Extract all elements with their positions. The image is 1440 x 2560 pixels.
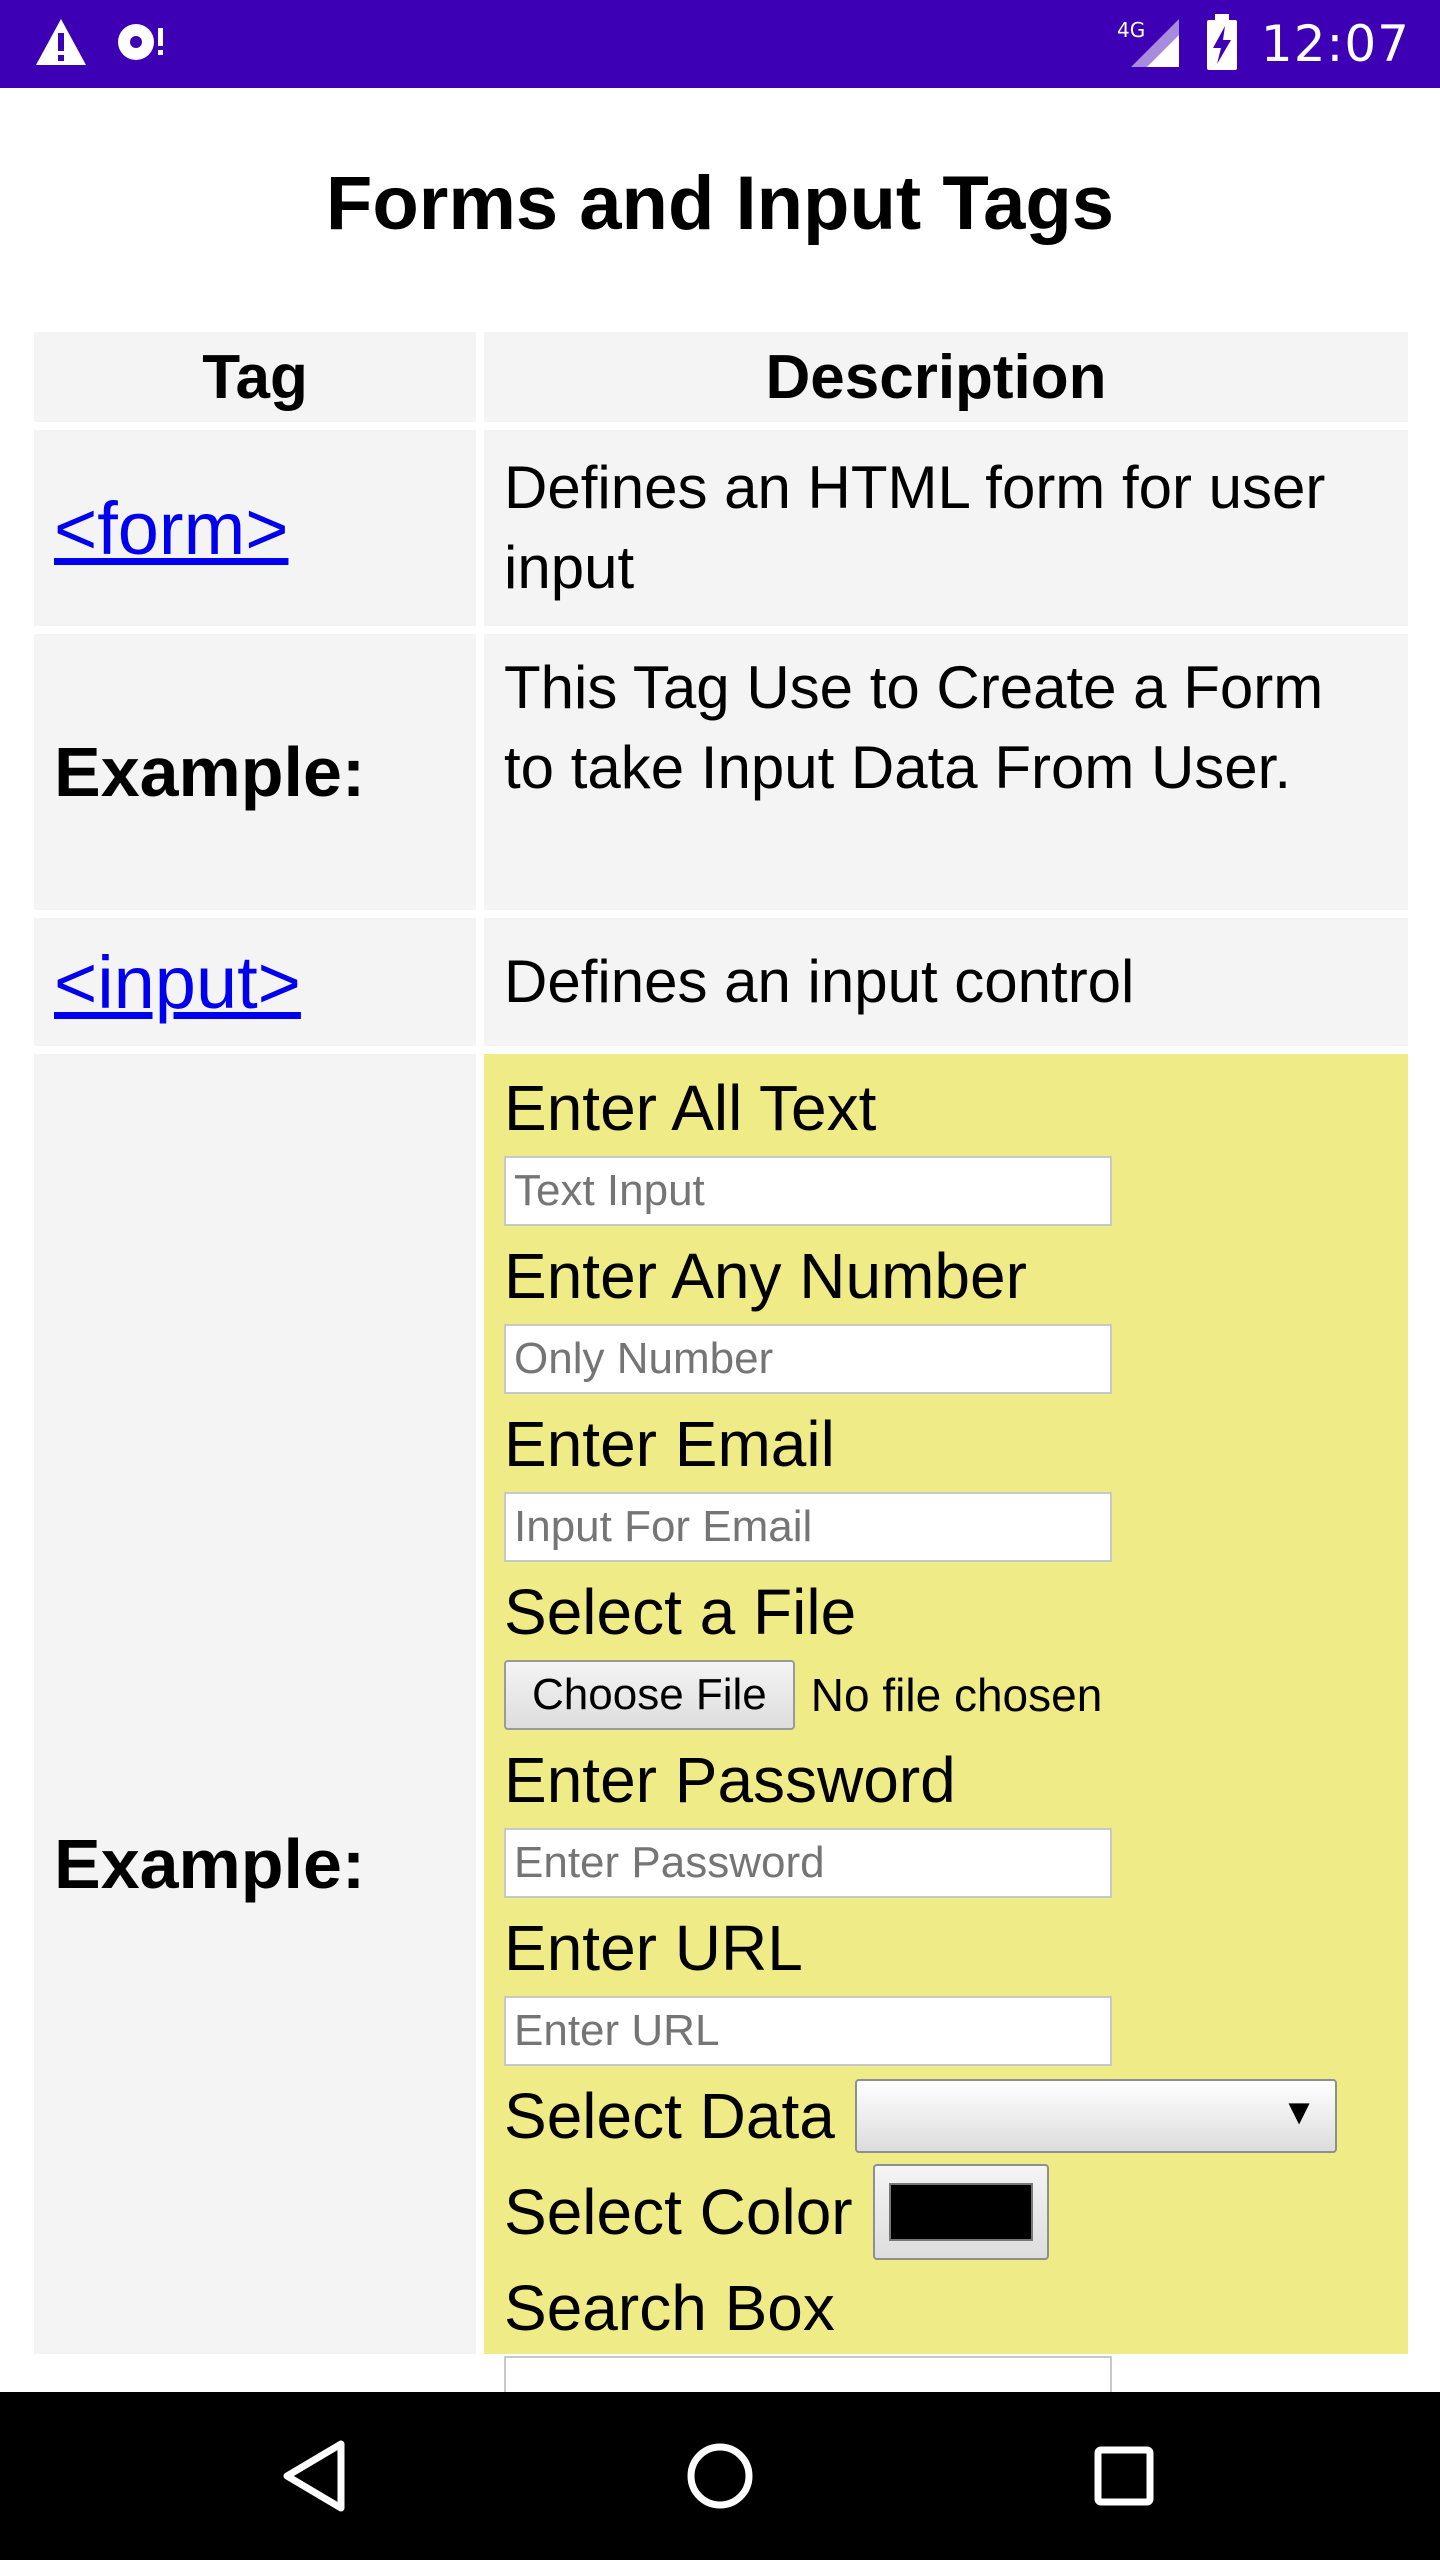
back-button[interactable] — [224, 2392, 404, 2560]
table-row: Example: This Tag Use to Create a Form t… — [34, 634, 1408, 910]
clock: 12:07 — [1260, 15, 1410, 73]
search-input[interactable] — [504, 2356, 1112, 2392]
select-row: Select Data ▼ — [504, 2076, 1388, 2156]
header-tag: Tag — [34, 332, 476, 422]
tag-cell: <input> — [34, 918, 476, 1046]
color-row: Select Color — [504, 2164, 1388, 2260]
recents-icon — [1094, 2446, 1154, 2506]
network-label: 4G — [1117, 18, 1145, 42]
url-input[interactable] — [504, 1996, 1112, 2066]
home-icon — [687, 2443, 753, 2509]
battery-charging-icon — [1205, 14, 1239, 74]
home-button[interactable] — [630, 2392, 810, 2560]
table-row: <input> Defines an input control — [34, 918, 1408, 1046]
choose-file-button[interactable]: Choose File — [504, 1660, 795, 1730]
color-picker[interactable] — [872, 2164, 1049, 2260]
select-color-label: Select Color — [504, 2176, 853, 2248]
select-data-label: Select Data — [504, 2080, 835, 2152]
warning-icon — [34, 17, 88, 71]
dropdown-arrow-icon: ▼ — [1281, 2091, 1317, 2132]
table-header-row: Tag Description — [34, 332, 1408, 422]
file-input-label: Select a File — [504, 1576, 857, 1648]
status-bar: 4G 12:07 — [0, 0, 1440, 88]
description-cell: This Tag Use to Create a Form to take In… — [484, 634, 1408, 910]
search-box-label: Search Box — [504, 2272, 835, 2344]
example-label: Example: — [54, 733, 366, 811]
description-cell: Defines an HTML form for user input — [484, 430, 1408, 626]
form-tag-link[interactable]: <form> — [54, 486, 288, 571]
number-input[interactable] — [504, 1324, 1112, 1394]
example-label: Example: — [54, 1825, 366, 1903]
password-input[interactable] — [504, 1828, 1112, 1898]
file-input: Choose File No file chosen — [504, 1660, 1388, 1730]
color-swatch — [888, 2183, 1033, 2241]
text-input-label: Enter All Text — [504, 1072, 877, 1144]
text-input[interactable] — [504, 1156, 1112, 1226]
table-row: <form> Defines an HTML form for user inp… — [34, 430, 1408, 626]
input-example-form: Enter All Text Enter Any Number Enter Em… — [484, 1054, 1408, 2392]
status-right-icons: 4G 12:07 — [1117, 14, 1410, 74]
table-row: Example: Enter All Text Enter Any Number… — [34, 1054, 1408, 2392]
recents-button[interactable] — [1034, 2392, 1214, 2560]
select-data-dropdown[interactable]: ▼ — [854, 2079, 1337, 2153]
navigation-bar — [0, 2392, 1440, 2560]
page-title: Forms and Input Tags — [325, 161, 1115, 246]
description-cell: Defines an input control — [484, 918, 1408, 1046]
tag-cell: Example: — [34, 634, 476, 910]
signal-icon: 4G — [1117, 15, 1183, 73]
status-left-icons — [34, 16, 170, 72]
file-status: No file chosen — [810, 1669, 1103, 1721]
notification-icon — [114, 20, 170, 68]
back-icon — [283, 2440, 345, 2512]
url-input-label: Enter URL — [504, 1912, 803, 1984]
email-input[interactable] — [504, 1492, 1112, 1562]
tag-cell: <form> — [34, 430, 476, 626]
number-input-label: Enter Any Number — [504, 1240, 1027, 1312]
tags-table: Tag Description <form> Defines an HTML f… — [34, 332, 1408, 2392]
tag-cell: Example: — [34, 1054, 476, 2354]
input-tag-link[interactable]: <input> — [54, 940, 301, 1025]
password-input-label: Enter Password — [504, 1744, 956, 1816]
email-input-label: Enter Email — [504, 1408, 835, 1480]
web-content: Forms and Input Tags Tag Description <fo… — [0, 88, 1440, 2392]
header-description: Description — [484, 332, 1408, 422]
